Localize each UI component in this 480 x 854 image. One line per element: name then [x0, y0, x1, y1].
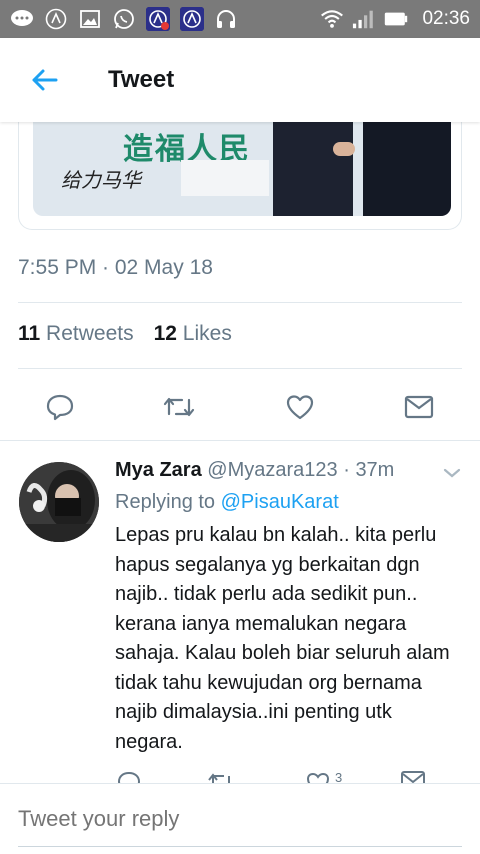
- media-image[interactable]: 造福人民 给力马华: [33, 122, 451, 216]
- reply-like-count: 3: [335, 770, 343, 784]
- reply-retweet-button[interactable]: [207, 770, 235, 784]
- arrow-left-icon: [32, 69, 58, 91]
- back-button[interactable]: [22, 58, 66, 102]
- handshake: [333, 142, 355, 156]
- reply-author-name[interactable]: Mya Zara: [115, 459, 202, 481]
- wifi-icon: [320, 7, 344, 31]
- divider: [18, 368, 462, 369]
- app-a-alert-icon: [146, 7, 170, 31]
- replying-to: Replying to @PisauKarat: [115, 491, 339, 514]
- retweet-icon: [163, 397, 195, 417]
- input-underline: [18, 846, 462, 847]
- reply-text: Lepas pru kalau bn kalah.. kita perlu ha…: [115, 524, 450, 753]
- app-a-icon: [180, 7, 204, 31]
- chat-bubble-icon: [10, 7, 34, 31]
- divider: [18, 302, 462, 303]
- section-divider: [0, 440, 480, 441]
- reply-separator: ·: [337, 459, 356, 481]
- reply-share-button[interactable]: [400, 770, 426, 784]
- like-button[interactable]: [278, 385, 322, 429]
- reply-author-handle[interactable]: @Myazara123: [207, 459, 337, 481]
- reply-menu-button[interactable]: [442, 466, 462, 485]
- share-button[interactable]: [397, 385, 441, 429]
- reply-age: 37m: [355, 459, 395, 481]
- image-icon: [78, 7, 102, 31]
- retweet-button[interactable]: [157, 385, 201, 429]
- status-bar: 02:36: [0, 0, 480, 38]
- app-bar: Tweet: [0, 38, 480, 122]
- avatar[interactable]: [19, 462, 99, 542]
- reply-icon: [46, 394, 74, 421]
- page-title: Tweet: [108, 66, 175, 93]
- tweet-actions: [0, 385, 480, 429]
- logo-strip: [181, 160, 269, 196]
- signal-icon: [352, 7, 376, 31]
- likes-label: Likes: [182, 322, 232, 345]
- reply-icon: [117, 771, 141, 784]
- reply-composer: [0, 783, 480, 854]
- reply-input[interactable]: [18, 804, 462, 834]
- likes-stat[interactable]: 12 Likes: [154, 322, 232, 346]
- tweet-timestamp: 7:55 PM · 02 May 18: [18, 256, 213, 279]
- envelope-icon: [401, 771, 425, 784]
- likes-count: 12: [153, 322, 177, 345]
- person-figure: [273, 122, 353, 216]
- battery-icon: [384, 7, 408, 31]
- tweet-stats: 11 Retweets 12 Likes: [18, 322, 232, 346]
- like-icon: [306, 772, 330, 784]
- retweets-stat[interactable]: 11 Retweets: [18, 322, 134, 346]
- replying-prefix: Replying to: [115, 491, 221, 513]
- reply-reply-button[interactable]: [116, 770, 142, 784]
- reply-actions: 3: [0, 770, 480, 784]
- replying-mention-link[interactable]: @PisauKarat: [221, 491, 339, 513]
- retweets-label: Retweets: [46, 322, 134, 345]
- reply-header: Mya Zara @Myazara123 · 37m: [115, 459, 394, 482]
- headphones-logo-icon: [44, 7, 68, 31]
- headset-icon: [214, 7, 238, 31]
- tweet-media[interactable]: 造福人民 给力马华: [18, 122, 462, 230]
- chevron-down-icon: [443, 468, 461, 478]
- whatsapp-icon: [112, 7, 136, 31]
- person-figure: [363, 122, 451, 216]
- retweet-icon: [208, 773, 230, 784]
- retweets-count: 11: [18, 322, 41, 345]
- reply-button[interactable]: [38, 385, 82, 429]
- status-clock: 02:36: [422, 8, 470, 29]
- like-icon: [286, 395, 314, 420]
- brand-text: 给力马华: [61, 168, 141, 192]
- envelope-icon: [404, 395, 434, 419]
- reply-like-button[interactable]: 3: [305, 770, 342, 784]
